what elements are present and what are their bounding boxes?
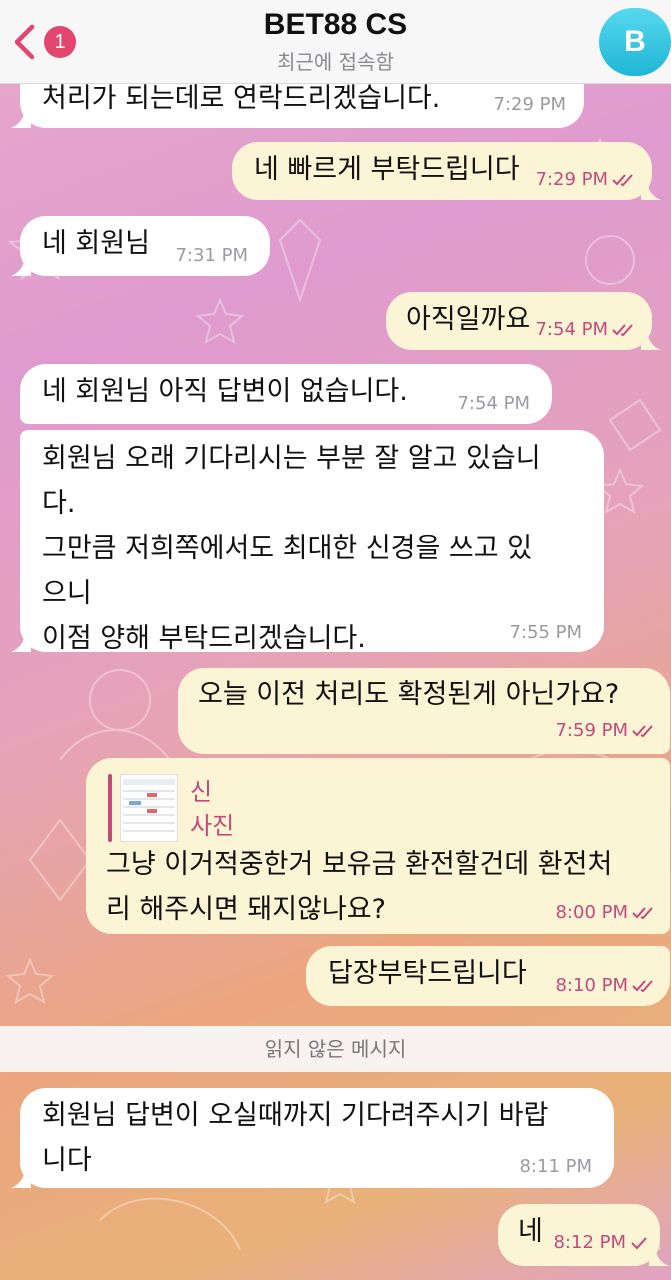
bubble-tail: [649, 1244, 669, 1266]
double-check-icon: [612, 324, 633, 337]
chat-header: 1 BET88 CS 최근에 접속함 B: [0, 0, 671, 84]
message-time-label: 8:10 PM: [555, 975, 628, 996]
double-check-icon: [632, 980, 653, 993]
chat-title[interactable]: BET88 CS: [0, 8, 671, 42]
message-time: 8:00 PM: [555, 902, 658, 924]
check-icon: [631, 1237, 647, 1250]
message-time: 7:29 PM: [493, 94, 566, 115]
photo-thumbnail-icon: [123, 779, 175, 832]
bubble-tail: [11, 630, 31, 652]
avatar[interactable]: B: [599, 8, 671, 76]
message-text: 네 회원님: [42, 228, 150, 259]
message-time-label: 7:54 PM: [535, 319, 608, 340]
last-seen-status: 최근에 접속함: [277, 50, 394, 74]
message-time-label: 7:29 PM: [535, 169, 608, 190]
double-check-icon: [632, 725, 653, 738]
message-time-label: 8:00 PM: [555, 902, 628, 923]
double-check-icon: [612, 174, 633, 187]
message-time: 7:31 PM: [175, 245, 248, 266]
message-bubble-outgoing[interactable]: 네 8:12 PM: [498, 1204, 669, 1266]
message-bubble-outgoing[interactable]: 오늘 이전 처리도 확정된게 아닌가요? 7:59 PM: [178, 668, 670, 754]
bubble-tail: [641, 328, 661, 350]
bubble-tail: [11, 1166, 31, 1188]
message-bubble-incoming[interactable]: 네 회원님 아직 답변이 없습니다. 7:54 PM: [20, 364, 552, 424]
bubble-tail: [11, 106, 31, 128]
unread-messages-divider: 읽지 않은 메시지: [0, 1026, 671, 1072]
message-text: 네: [518, 1216, 543, 1247]
message-text: 답장부탁드립니다: [328, 958, 527, 989]
message-bubble-outgoing[interactable]: 네 빠르게 부탁드립니다 7:29 PM: [232, 142, 661, 200]
message-bubble-incoming[interactable]: 처리가 되는데로 연락드리겠습니다. 7:29 PM: [11, 78, 584, 128]
bubble-tail: [11, 254, 31, 276]
message-time: 7:54 PM: [535, 319, 638, 341]
message-time: 8:11 PM: [519, 1156, 592, 1177]
message-text: 네 빠르게 부탁드립니다: [254, 154, 520, 185]
message-time: 7:55 PM: [509, 622, 582, 643]
message-bubble-incoming[interactable]: 네 회원님 7:31 PM: [11, 216, 270, 276]
double-check-icon: [632, 907, 653, 920]
message-time-label: 7:59 PM: [555, 720, 628, 741]
message-time-label: 8:12 PM: [553, 1232, 626, 1253]
bubble-tail: [641, 178, 661, 200]
message-time: 7:29 PM: [535, 169, 638, 191]
message-time: 7:59 PM: [555, 720, 658, 742]
message-bubble-incoming[interactable]: 회원님 답변이 오실때까지 기다려주시기 바랍 니다 8:11 PM: [11, 1088, 614, 1188]
message-time: 8:10 PM: [555, 975, 658, 997]
message-time: 7:54 PM: [457, 393, 530, 414]
message-text: 아직일까요: [406, 304, 531, 335]
reply-photo-thumbnail[interactable]: [120, 774, 178, 842]
message-time: 8:12 PM: [553, 1232, 648, 1254]
message-text: 네 회원님 아직 답변이 없습니다.: [42, 376, 408, 407]
message-bubble-outgoing[interactable]: 답장부탁드립니다 8:10 PM: [306, 946, 670, 1006]
message-bubble-outgoing[interactable]: 아직일까요 7:54 PM: [386, 292, 661, 350]
message-bubble-outgoing-reply[interactable]: 신 사진 그냥 이거적중한거 보유금 환전할건데 환전처 리 해주시면 돼지않나…: [86, 758, 670, 934]
message-text: 오늘 이전 처리도 확정된게 아닌가요?: [198, 679, 620, 710]
message-bubble-incoming[interactable]: 회원님 오래 기다리시는 부분 잘 알고 있습니 다. 그만큼 저희쪽에서도 최…: [11, 430, 604, 654]
reply-quote-bar: [108, 774, 112, 842]
